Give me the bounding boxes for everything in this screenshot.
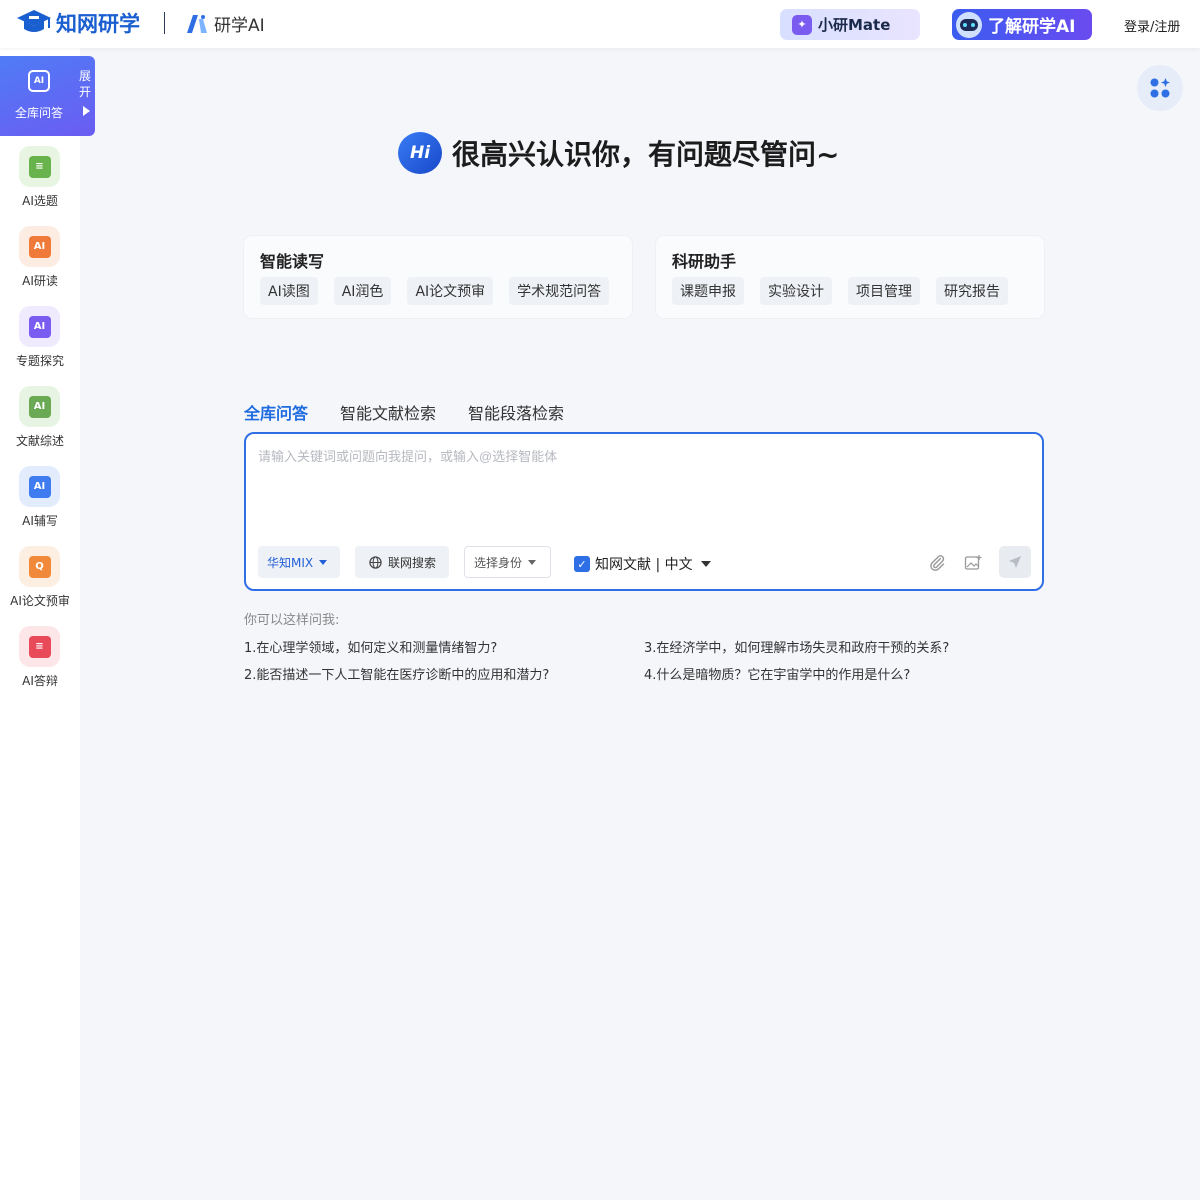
expand-arrow-icon (83, 106, 90, 116)
sidebar-item-literature-review[interactable]: AI 文献综述 (0, 386, 80, 456)
greeting-text: 很高兴认识你，有问题尽管问~ (452, 138, 840, 171)
sidebar-item-label: AI选题 (22, 194, 58, 208)
sidebar-item-ai-writing[interactable]: AI AI辅写 (0, 466, 80, 536)
paper-plane-icon (1009, 556, 1021, 568)
sidebar-item-paper-review[interactable]: Q AI论文预审 (0, 546, 80, 616)
card-title: 科研助手 (672, 252, 737, 271)
ai-reading-icon: AI (19, 226, 60, 267)
pen-ai-icon: AI (19, 466, 60, 507)
suggestion-item[interactable]: 1.在心理学领域，如何定义和测量情绪智力? (244, 637, 497, 656)
send-button[interactable] (999, 546, 1031, 578)
header-divider (164, 12, 165, 34)
tab-literature-search[interactable]: 智能文献检索 (340, 400, 436, 424)
suggestion-item[interactable]: 3.在经济学中，如何理解市场失灵和政府干预的关系? (644, 637, 949, 656)
sidebar-item-topic-explore[interactable]: AI 专题探究 (0, 306, 80, 376)
sidebar-item-label: AI研读 (22, 274, 58, 288)
chip-project-management[interactable]: 项目管理 (848, 277, 920, 305)
image-upload-icon[interactable] (964, 554, 982, 572)
suggestion-item[interactable]: 4.什么是暗物质？它在宇宙学中的作用是什么? (644, 664, 910, 683)
chip-experiment-design[interactable]: 实验设计 (760, 277, 832, 305)
research-assistant-card: 科研助手 课题申报 实验设计 项目管理 研究报告 (656, 236, 1044, 318)
hi-badge-icon: Hi (398, 132, 442, 174)
apps-button[interactable] (1137, 65, 1183, 111)
cnki-logo[interactable]: 知网研学 (16, 8, 140, 38)
sidebar-item-label: AI辅写 (22, 514, 58, 528)
suggestion-item[interactable]: 2.能否描述一下人工智能在医疗诊断中的应用和潜力? (244, 664, 549, 683)
chip-project-application[interactable]: 课题申报 (672, 277, 744, 305)
chip-academic-norms-qa[interactable]: 学术规范问答 (509, 277, 610, 305)
ai-chip-icon: AI (28, 70, 50, 92)
sidebar-item-label: 文献综述 (15, 434, 64, 448)
top-header: 知网研学 研学AI ✦ 小研Mate 了解研学AI 登录/注册 (0, 0, 1200, 48)
globe-icon (369, 555, 382, 569)
question-input[interactable] (258, 446, 1028, 536)
paperclip-icon[interactable] (928, 553, 946, 571)
source-label: 知网文献 | 中文 (595, 557, 693, 573)
apps-grid-icon (1150, 78, 1170, 98)
identity-label: 选择身份 (474, 555, 523, 570)
question-input-box: 华知MIX 联网搜索 选择身份 ✓ 知网文献 | 中文 (244, 432, 1044, 591)
mate-label: 小研Mate (818, 16, 891, 34)
suggestions-title: 你可以这样问我: (244, 613, 340, 628)
card-title: 智能读写 (260, 252, 325, 271)
logo-text: 知网研学 (56, 12, 140, 36)
learn-yanxue-ai-button[interactable]: 了解研学AI (952, 9, 1092, 40)
robot-icon (956, 11, 982, 38)
xiaoyan-mate-button[interactable]: ✦ 小研Mate (780, 9, 920, 40)
learn-label: 了解研学AI (988, 17, 1076, 37)
chevron-down-icon[interactable] (700, 561, 711, 567)
sidebar-item-ai-defense[interactable]: ≡ AI答辩 (0, 626, 80, 696)
sidebar-item-label: 专题探究 (15, 354, 64, 368)
sidebar-item-label: AI答辩 (22, 674, 58, 688)
model-label: 华知MIX (267, 555, 314, 570)
greeting: Hi 很高兴认识你，有问题尽管问~ (398, 132, 839, 174)
login-register-link[interactable]: 登录/注册 (1124, 16, 1180, 35)
web-search-label: 联网搜索 (388, 555, 437, 570)
chevron-down-icon (528, 559, 537, 565)
mate-cap-icon: ✦ (792, 14, 812, 35)
brand2-text: 研学AI (214, 16, 265, 36)
sidebar-item-library-qa[interactable]: AI 全库问答 展开 (0, 56, 95, 136)
sidebar-item-ai-reading[interactable]: AI AI研读 (0, 226, 80, 296)
chevron-down-icon (319, 559, 328, 565)
magnifier-document-icon: Q (19, 546, 60, 587)
identity-select[interactable]: 选择身份 (464, 546, 551, 578)
tab-library-qa[interactable]: 全库问答 (244, 400, 308, 424)
left-sidebar: AI 全库问答 展开 ≡ AI选题 AI AI研读 AI 专题探究 AI 文献综… (0, 48, 95, 1200)
model-select[interactable]: 华知MIX (258, 546, 340, 578)
chip-ai-read-image[interactable]: AI读图 (260, 277, 318, 305)
document-ai-icon: AI (19, 386, 60, 427)
yanxue-ai-logo-icon (187, 14, 207, 33)
chip-ai-paper-review[interactable]: AI论文预审 (407, 277, 494, 305)
source-filter[interactable]: ✓ 知网文献 | 中文 (574, 554, 711, 574)
source-checkbox[interactable]: ✓ (574, 556, 590, 572)
expand-sidebar-button[interactable]: 展开 (78, 68, 92, 100)
graduation-cap-icon (17, 10, 51, 32)
chip-ai-polish[interactable]: AI润色 (333, 277, 392, 305)
tab-paragraph-search[interactable]: 智能段落检索 (468, 400, 564, 424)
defense-icon: ≡ (19, 626, 60, 667)
sidebar-item-label: AI论文预审 (10, 594, 70, 608)
smart-read-write-card: 智能读写 AI读图 AI润色 AI论文预审 学术规范问答 (244, 236, 632, 318)
folder-ai-icon: AI (19, 306, 60, 347)
search-mode-tabs: 全库问答 智能文献检索 智能段落检索 (244, 400, 564, 424)
topic-icon: ≡ (19, 146, 60, 187)
web-search-toggle[interactable]: 联网搜索 (355, 546, 449, 578)
chip-research-report[interactable]: 研究报告 (936, 277, 1008, 305)
sidebar-item-label: 全库问答 (14, 106, 63, 120)
sidebar-item-ai-topic[interactable]: ≡ AI选题 (0, 146, 80, 216)
yanxue-ai-brand[interactable]: 研学AI (186, 11, 265, 36)
